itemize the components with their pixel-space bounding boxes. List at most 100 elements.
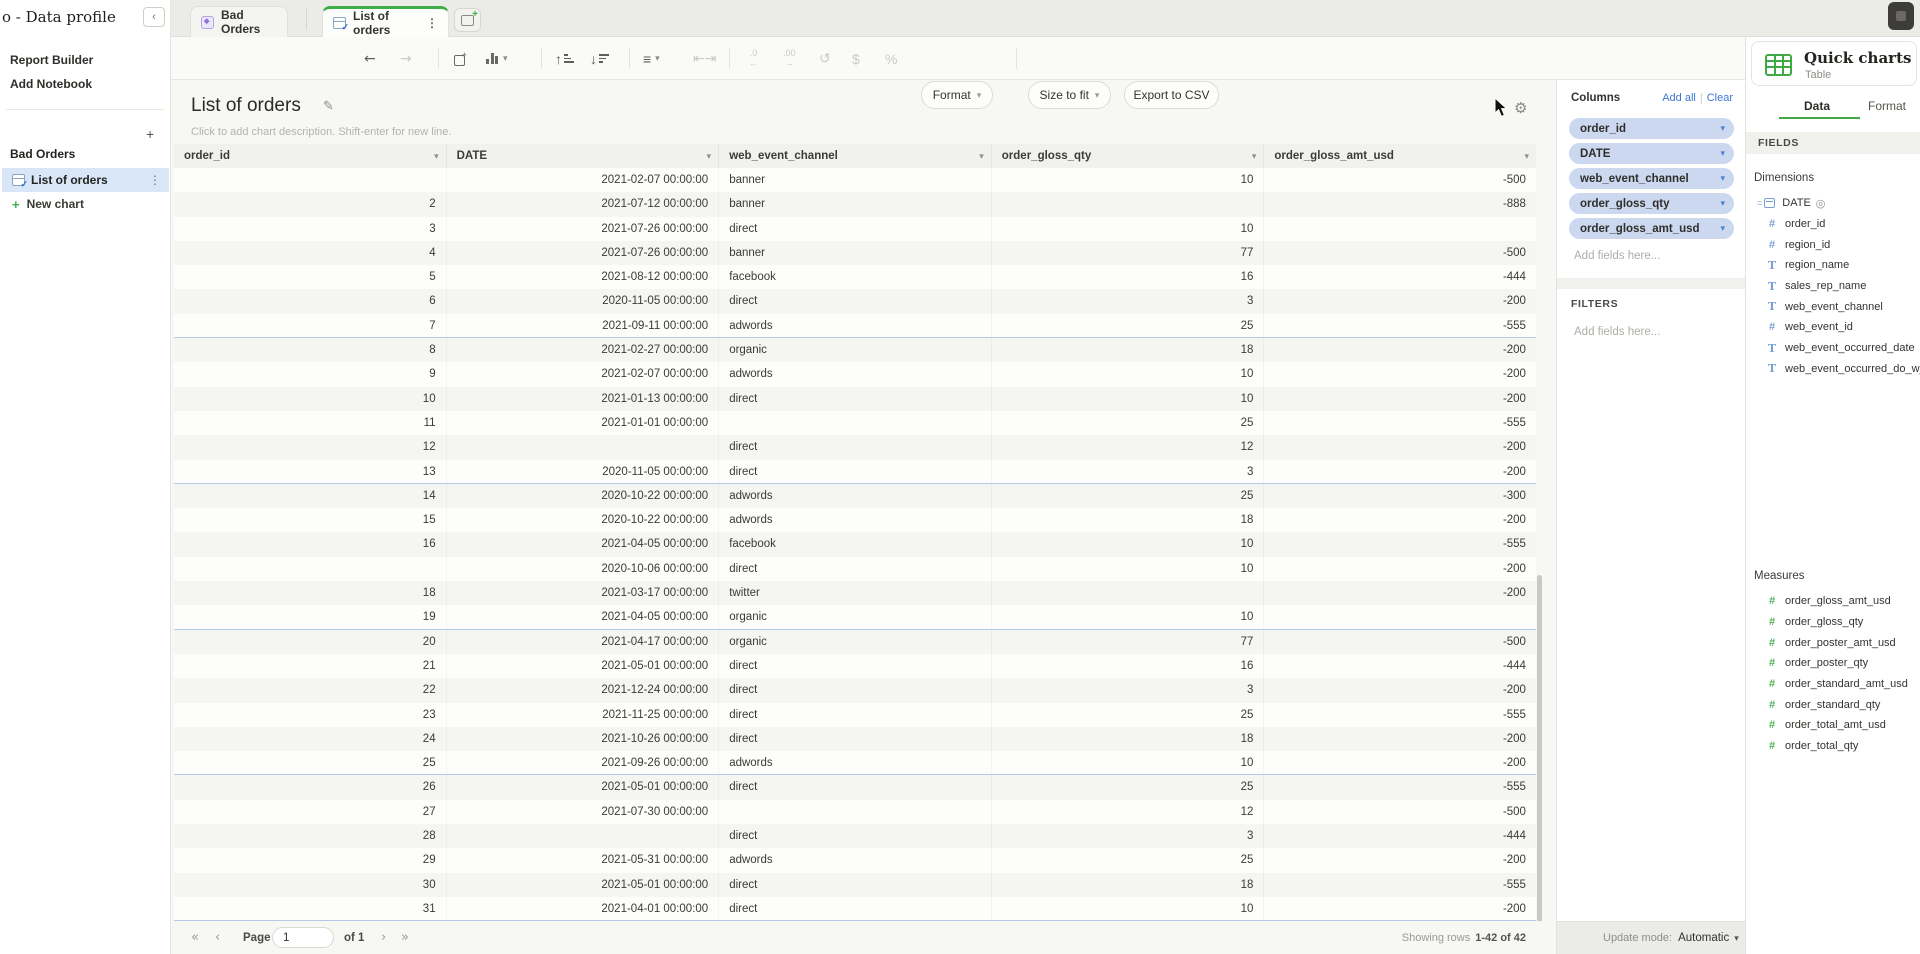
table-cell[interactable]: 2021-04-05 00:00:00 bbox=[446, 605, 719, 628]
measure-field[interactable]: #order_poster_qty bbox=[1746, 653, 1920, 674]
element-description-placeholder[interactable]: Click to add chart description. Shift-en… bbox=[191, 126, 451, 138]
duplicate-button[interactable] bbox=[454, 37, 466, 80]
column-header[interactable]: web_event_channel▾ bbox=[718, 144, 991, 168]
measure-field[interactable]: #order_standard_qty bbox=[1746, 694, 1920, 715]
table-scrollbar[interactable] bbox=[1537, 575, 1542, 940]
table-cell[interactable]: 2021-02-27 00:00:00 bbox=[446, 338, 719, 362]
table-cell[interactable]: 4 bbox=[174, 241, 446, 265]
table-cell[interactable]: 16 bbox=[991, 654, 1264, 678]
table-cell[interactable]: -200 bbox=[1263, 289, 1536, 313]
table-cell[interactable]: -200 bbox=[1263, 848, 1536, 872]
table-cell[interactable]: 2021-04-01 00:00:00 bbox=[446, 897, 719, 920]
sidebar-item-list-of-orders[interactable]: List of orders ⋮ bbox=[2, 168, 169, 192]
table-cell[interactable]: direct bbox=[718, 217, 991, 241]
measure-field[interactable]: #order_total_amt_usd bbox=[1746, 715, 1920, 736]
dimension-field[interactable]: Tweb_event_occurred_date bbox=[1746, 338, 1920, 359]
table-row[interactable]: 2021-02-07 00:00:00banner10-500 bbox=[174, 168, 1536, 192]
table-row[interactable]: 132020-11-05 00:00:00direct3-200 bbox=[174, 460, 1536, 484]
table-cell[interactable]: 10 bbox=[991, 168, 1264, 192]
table-cell[interactable]: -200 bbox=[1263, 897, 1536, 920]
column-menu-caret[interactable]: ▾ bbox=[707, 151, 712, 162]
kebab-menu-icon[interactable]: ⋮ bbox=[149, 173, 161, 187]
table-row[interactable]: 28direct3-444 bbox=[174, 824, 1536, 848]
table-row[interactable]: 62020-11-05 00:00:00direct3-200 bbox=[174, 289, 1536, 313]
align-button[interactable]: ≡▾ bbox=[643, 37, 660, 80]
table-cell[interactable]: 10 bbox=[991, 217, 1264, 241]
table-row[interactable]: 82021-02-27 00:00:00organic18-200 bbox=[174, 338, 1536, 362]
clear-link[interactable]: Clear bbox=[1707, 92, 1733, 104]
table-cell[interactable]: 10 bbox=[991, 751, 1264, 774]
next-page-button[interactable]: › bbox=[381, 930, 386, 945]
element-settings-gear-icon[interactable]: ⚙ bbox=[1514, 99, 1527, 117]
table-cell[interactable]: 27 bbox=[174, 800, 446, 824]
table-row[interactable]: 192021-04-05 00:00:00organic10 bbox=[174, 605, 1536, 629]
sidebar-item-report-builder[interactable]: Report Builder bbox=[10, 53, 93, 67]
table-cell[interactable]: direct bbox=[718, 654, 991, 678]
table-cell[interactable]: -200 bbox=[1263, 751, 1536, 774]
table-cell[interactable]: 12 bbox=[991, 435, 1264, 459]
table-cell[interactable] bbox=[718, 411, 991, 435]
table-cell[interactable]: 2020-10-22 00:00:00 bbox=[446, 508, 719, 532]
table-row[interactable]: 112021-01-01 00:00:0025-555 bbox=[174, 411, 1536, 435]
table-cell[interactable]: 11 bbox=[174, 411, 446, 435]
add-page-icon[interactable]: + bbox=[146, 126, 154, 142]
table-cell[interactable]: 25 bbox=[991, 484, 1264, 508]
dimension-field[interactable]: =DATE◎ bbox=[1746, 193, 1920, 214]
page-number-input[interactable] bbox=[272, 927, 334, 948]
quick-charts-card[interactable]: Quick charts Table bbox=[1751, 41, 1917, 86]
table-cell[interactable]: banner bbox=[718, 241, 991, 265]
table-cell[interactable]: 77 bbox=[991, 241, 1264, 265]
tab-data[interactable]: Data bbox=[1804, 99, 1830, 113]
table-cell[interactable]: 77 bbox=[991, 630, 1264, 654]
table-cell[interactable]: 10 bbox=[991, 605, 1264, 628]
table-cell[interactable]: -200 bbox=[1263, 362, 1536, 386]
table-cell[interactable]: 2021-04-17 00:00:00 bbox=[446, 630, 719, 654]
table-cell[interactable]: -200 bbox=[1263, 508, 1536, 532]
table-cell[interactable]: 18 bbox=[991, 727, 1264, 751]
table-cell[interactable]: 30 bbox=[174, 873, 446, 897]
table-cell[interactable]: 25 bbox=[174, 751, 446, 774]
table-cell[interactable]: -555 bbox=[1263, 314, 1536, 337]
table-row[interactable]: 92021-02-07 00:00:00adwords10-200 bbox=[174, 362, 1536, 386]
table-cell[interactable] bbox=[1263, 605, 1536, 628]
percent-button[interactable]: % bbox=[885, 37, 897, 80]
table-cell[interactable]: 16 bbox=[174, 532, 446, 556]
table-cell[interactable] bbox=[718, 800, 991, 824]
column-menu-caret[interactable]: ▾ bbox=[1524, 151, 1529, 162]
currency-button[interactable]: $ bbox=[852, 37, 860, 80]
edit-title-pencil-icon[interactable]: ✎ bbox=[323, 99, 334, 114]
table-row[interactable]: 232021-11-25 00:00:00direct25-555 bbox=[174, 703, 1536, 727]
sidebar-collapse-button[interactable]: ‹ bbox=[143, 7, 165, 27]
table-cell[interactable]: 19 bbox=[174, 605, 446, 628]
table-cell[interactable]: 2021-11-25 00:00:00 bbox=[446, 703, 719, 727]
table-cell[interactable]: -444 bbox=[1263, 824, 1536, 848]
table-cell[interactable]: -500 bbox=[1263, 800, 1536, 824]
dimension-field[interactable]: Tsales_rep_name bbox=[1746, 276, 1920, 297]
table-cell[interactable]: 12 bbox=[991, 800, 1264, 824]
table-cell[interactable]: adwords bbox=[718, 484, 991, 508]
table-row[interactable]: 162021-04-05 00:00:00facebook10-555 bbox=[174, 532, 1536, 556]
table-cell[interactable]: adwords bbox=[718, 751, 991, 774]
table-cell[interactable]: 2021-05-01 00:00:00 bbox=[446, 775, 719, 799]
sort-descending-button[interactable]: ↓ bbox=[590, 37, 609, 80]
measure-field[interactable]: #order_poster_amt_usd bbox=[1746, 632, 1920, 653]
tab-bad-orders[interactable]: Bad Orders bbox=[190, 6, 288, 37]
table-cell[interactable]: direct bbox=[718, 703, 991, 727]
table-cell[interactable]: 5 bbox=[174, 265, 446, 289]
table-cell[interactable]: 9 bbox=[174, 362, 446, 386]
table-cell[interactable] bbox=[174, 557, 446, 581]
table-cell[interactable]: adwords bbox=[718, 314, 991, 337]
table-row[interactable]: 32021-07-26 00:00:00direct10 bbox=[174, 217, 1536, 241]
table-cell[interactable]: direct bbox=[718, 435, 991, 459]
tab-kebab-menu-icon[interactable]: ⋮ bbox=[426, 16, 438, 30]
table-row[interactable]: 152020-10-22 00:00:00adwords18-200 bbox=[174, 508, 1536, 532]
table-cell[interactable]: organic bbox=[718, 605, 991, 628]
table-cell[interactable]: -444 bbox=[1263, 265, 1536, 289]
first-page-button[interactable]: « bbox=[191, 930, 199, 945]
table-cell[interactable] bbox=[446, 824, 719, 848]
table-cell[interactable]: -555 bbox=[1263, 775, 1536, 799]
table-cell[interactable]: -888 bbox=[1263, 192, 1536, 216]
dimension-field[interactable]: Tregion_name bbox=[1746, 255, 1920, 276]
table-cell[interactable]: 25 bbox=[991, 411, 1264, 435]
prev-page-button[interactable]: ‹ bbox=[215, 930, 220, 945]
